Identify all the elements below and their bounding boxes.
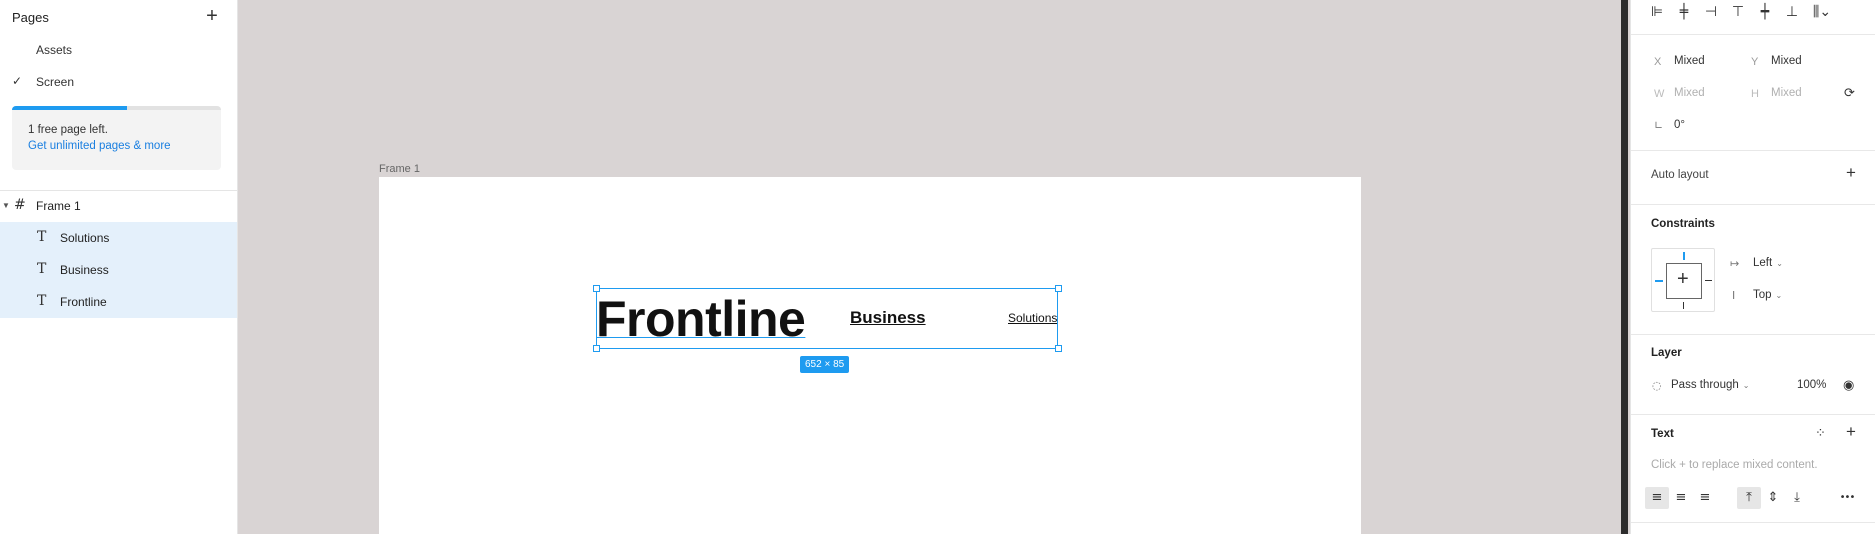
divider	[1631, 414, 1875, 415]
more-options-icon[interactable]: •••	[1835, 487, 1859, 509]
page-usage-bar	[12, 106, 221, 110]
text-hint: Click + to replace mixed content.	[1651, 459, 1818, 471]
constraint-top-line[interactable]	[1683, 252, 1685, 260]
x-label: X	[1654, 56, 1662, 68]
add-text-style-button[interactable]: +	[1842, 423, 1860, 442]
layer-row-business[interactable]: T Business	[0, 254, 237, 286]
w-input[interactable]: Mixed	[1674, 87, 1705, 99]
divider	[1631, 34, 1875, 35]
x-input[interactable]: Mixed	[1674, 55, 1705, 67]
divider	[1631, 150, 1875, 151]
add-page-button[interactable]: +	[203, 6, 221, 28]
frame-label[interactable]: Frame 1	[379, 163, 420, 175]
y-label: Y	[1751, 56, 1759, 68]
eye-icon[interactable]: ◉	[1843, 378, 1854, 393]
page-usage-fill	[12, 106, 127, 110]
pages-header: Pages	[12, 10, 49, 25]
layer-name: Frame 1	[36, 199, 81, 213]
text-align-left-icon[interactable]: ≡	[1645, 487, 1669, 509]
horizontal-constraint-dropdown[interactable]: Left ⌄	[1753, 257, 1783, 269]
constrain-proportions-icon[interactable]: ⟳	[1844, 86, 1855, 101]
dropdown-value: Top	[1753, 289, 1772, 301]
dropdown-value: Left	[1753, 257, 1773, 269]
align-left-icon[interactable]: ⊫	[1645, 4, 1669, 22]
properties-panel: ⊫ ╪ ⊣ ⊤ ┿ ⊥ ⫼⌄ X Mixed Y Mixed W Mixed H…	[1630, 0, 1875, 534]
resize-handle-top-left[interactable]	[593, 285, 600, 292]
align-bottom-icon[interactable]: ⊥	[1780, 4, 1804, 22]
collapse-caret-icon[interactable]: ▼	[2, 201, 10, 210]
h-label: H	[1751, 88, 1759, 100]
horizontal-constraint-icon: ↦	[1730, 257, 1740, 270]
page-item-label: Screen	[36, 75, 75, 89]
layer-title: Layer	[1651, 347, 1682, 359]
layer-row-frontline[interactable]: T Frontline	[0, 286, 237, 318]
constraint-bottom-line[interactable]	[1683, 302, 1684, 309]
page-item-assets[interactable]: Assets	[0, 35, 237, 65]
rotation-input[interactable]: 0°	[1674, 119, 1685, 131]
opacity-input[interactable]: 100%	[1797, 379, 1826, 391]
left-panel: Pages + Assets ✓ Screen 1 free page left…	[0, 0, 238, 534]
vertical-align-middle-icon[interactable]: ⇕	[1761, 487, 1785, 509]
vertical-constraint-dropdown[interactable]: Top ⌄	[1753, 289, 1782, 301]
layer-name: Business	[60, 263, 109, 277]
text-layer-icon: T	[37, 261, 47, 277]
align-right-icon[interactable]: ⊣	[1699, 4, 1723, 22]
resize-handle-bottom-right[interactable]	[1055, 345, 1062, 352]
upgrade-link[interactable]: Get unlimited pages & more	[28, 140, 171, 152]
selection-box[interactable]	[596, 288, 1058, 349]
layer-name: Solutions	[60, 231, 110, 245]
vertical-constraint-icon: I	[1732, 289, 1736, 302]
text-layer-icon: T	[37, 293, 47, 309]
add-auto-layout-button[interactable]: +	[1842, 164, 1860, 183]
y-input[interactable]: Mixed	[1771, 55, 1802, 67]
resize-handle-bottom-left[interactable]	[593, 345, 600, 352]
upgrade-promo: 1 free page left. Get unlimited pages & …	[12, 106, 221, 170]
text-styles-icon[interactable]: ⁘	[1815, 426, 1826, 441]
panel-resize-handle[interactable]	[1621, 0, 1628, 534]
vertical-align-top-icon[interactable]: ⤒	[1737, 487, 1761, 509]
rotation-icon: ∟	[1654, 119, 1664, 132]
h-input[interactable]: Mixed	[1771, 87, 1802, 99]
chevron-down-icon: ⌄	[1775, 291, 1783, 300]
divider	[1631, 522, 1875, 523]
align-center-v-icon[interactable]: ┿	[1753, 4, 1777, 22]
text-align-center-icon[interactable]: ≡	[1669, 487, 1693, 509]
auto-layout-title: Auto layout	[1651, 169, 1709, 181]
chevron-down-icon: ⌄	[1776, 259, 1783, 268]
blend-mode-icon: ◌	[1652, 379, 1662, 392]
layer-row-solutions[interactable]: T Solutions	[0, 222, 237, 254]
chevron-down-icon: ⌄	[1742, 381, 1750, 390]
w-label: W	[1654, 88, 1665, 100]
constraint-inner-box: +	[1666, 263, 1702, 299]
design-canvas[interactable]: Frame 1 Frontline Business Solutions 652…	[238, 0, 1628, 534]
resize-handle-top-right[interactable]	[1055, 285, 1062, 292]
plus-icon: +	[1677, 268, 1689, 290]
text-title: Text	[1651, 428, 1674, 440]
text-align-right-icon[interactable]: ≡	[1693, 487, 1717, 509]
constraints-title: Constraints	[1651, 218, 1715, 230]
constraint-right-line[interactable]	[1705, 280, 1712, 281]
blend-mode-dropdown[interactable]: Pass through ⌄	[1671, 379, 1749, 391]
align-center-h-icon[interactable]: ╪	[1672, 4, 1696, 22]
promo-text: 1 free page left.	[28, 124, 108, 136]
constraint-widget[interactable]: +	[1651, 248, 1715, 312]
page-item-label: Assets	[36, 43, 73, 57]
layer-row-frame-1[interactable]: ▼ # Frame 1	[0, 190, 237, 222]
constraint-left-line[interactable]	[1655, 280, 1663, 282]
frame-icon: #	[14, 197, 26, 213]
divider	[1631, 204, 1875, 205]
dimension-badge: 652 × 85	[800, 356, 850, 373]
distribute-icon[interactable]: ⫼⌄	[1807, 4, 1837, 22]
frame-1[interactable]	[379, 177, 1361, 534]
vertical-align-bottom-icon[interactable]: ⤓	[1785, 487, 1809, 509]
layer-name: Frontline	[60, 295, 107, 309]
align-top-icon[interactable]: ⊤	[1726, 4, 1750, 22]
check-icon: ✓	[12, 74, 23, 88]
divider	[1631, 334, 1875, 335]
text-layer-icon: T	[37, 229, 47, 245]
page-item-screen[interactable]: ✓ Screen	[0, 67, 237, 97]
dropdown-value: Pass through	[1671, 379, 1739, 391]
